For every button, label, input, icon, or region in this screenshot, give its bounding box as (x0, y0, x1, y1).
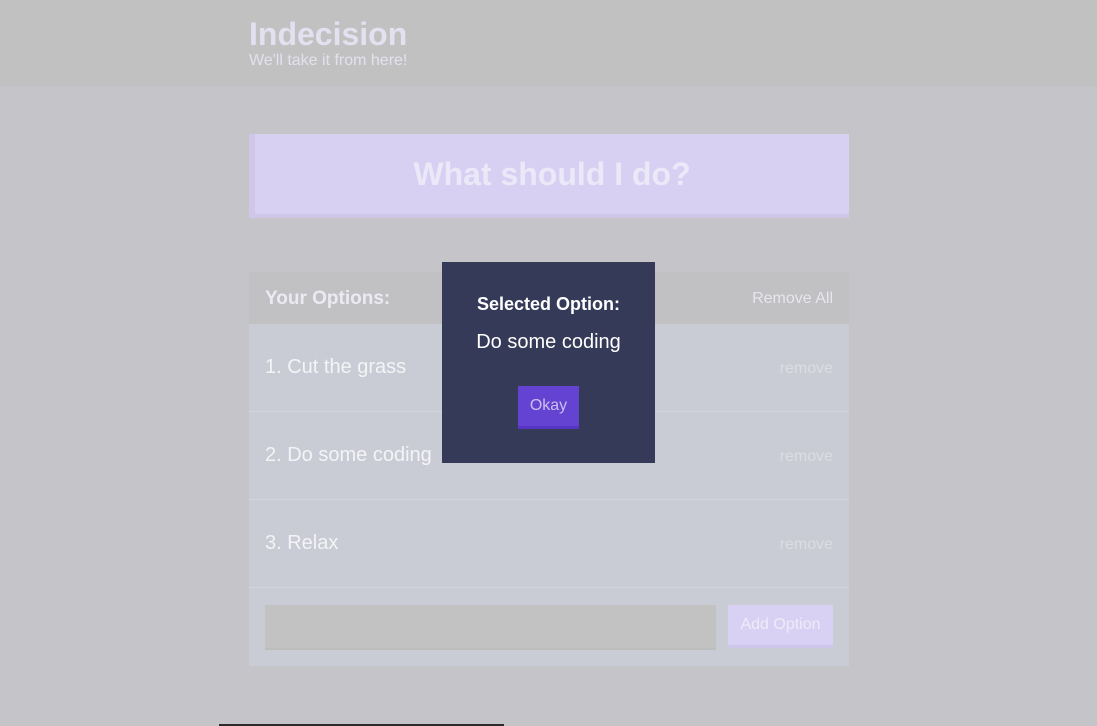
okay-button[interactable]: Okay (518, 386, 579, 429)
remove-option-button[interactable]: remove (780, 448, 833, 466)
selected-option-modal: Selected Option: Do some coding Okay (442, 262, 655, 463)
options-title: Your Options: (265, 288, 391, 309)
remove-option-button[interactable]: remove (780, 536, 833, 554)
what-should-i-do-button[interactable]: What should I do? (249, 134, 849, 218)
modal-title: Selected Option: (476, 294, 620, 314)
option-text: 2. Do some coding (265, 444, 432, 466)
app-title: Indecision (249, 16, 408, 52)
selected-option-text: Do some coding (476, 331, 621, 353)
option-text: 1. Cut the grass (265, 356, 407, 378)
option-item: 3. Relax remove (249, 500, 849, 588)
remove-option-button[interactable]: remove (780, 360, 833, 378)
add-option-button[interactable]: Add Option (728, 605, 833, 648)
option-text: 3. Relax (265, 532, 339, 554)
app-subtitle: We'll take it from here! (249, 52, 408, 69)
remove-all-button[interactable]: Remove All (752, 290, 833, 308)
add-option-input[interactable] (265, 605, 716, 650)
app-header: Indecision We'll take it from here! (0, 0, 1097, 86)
